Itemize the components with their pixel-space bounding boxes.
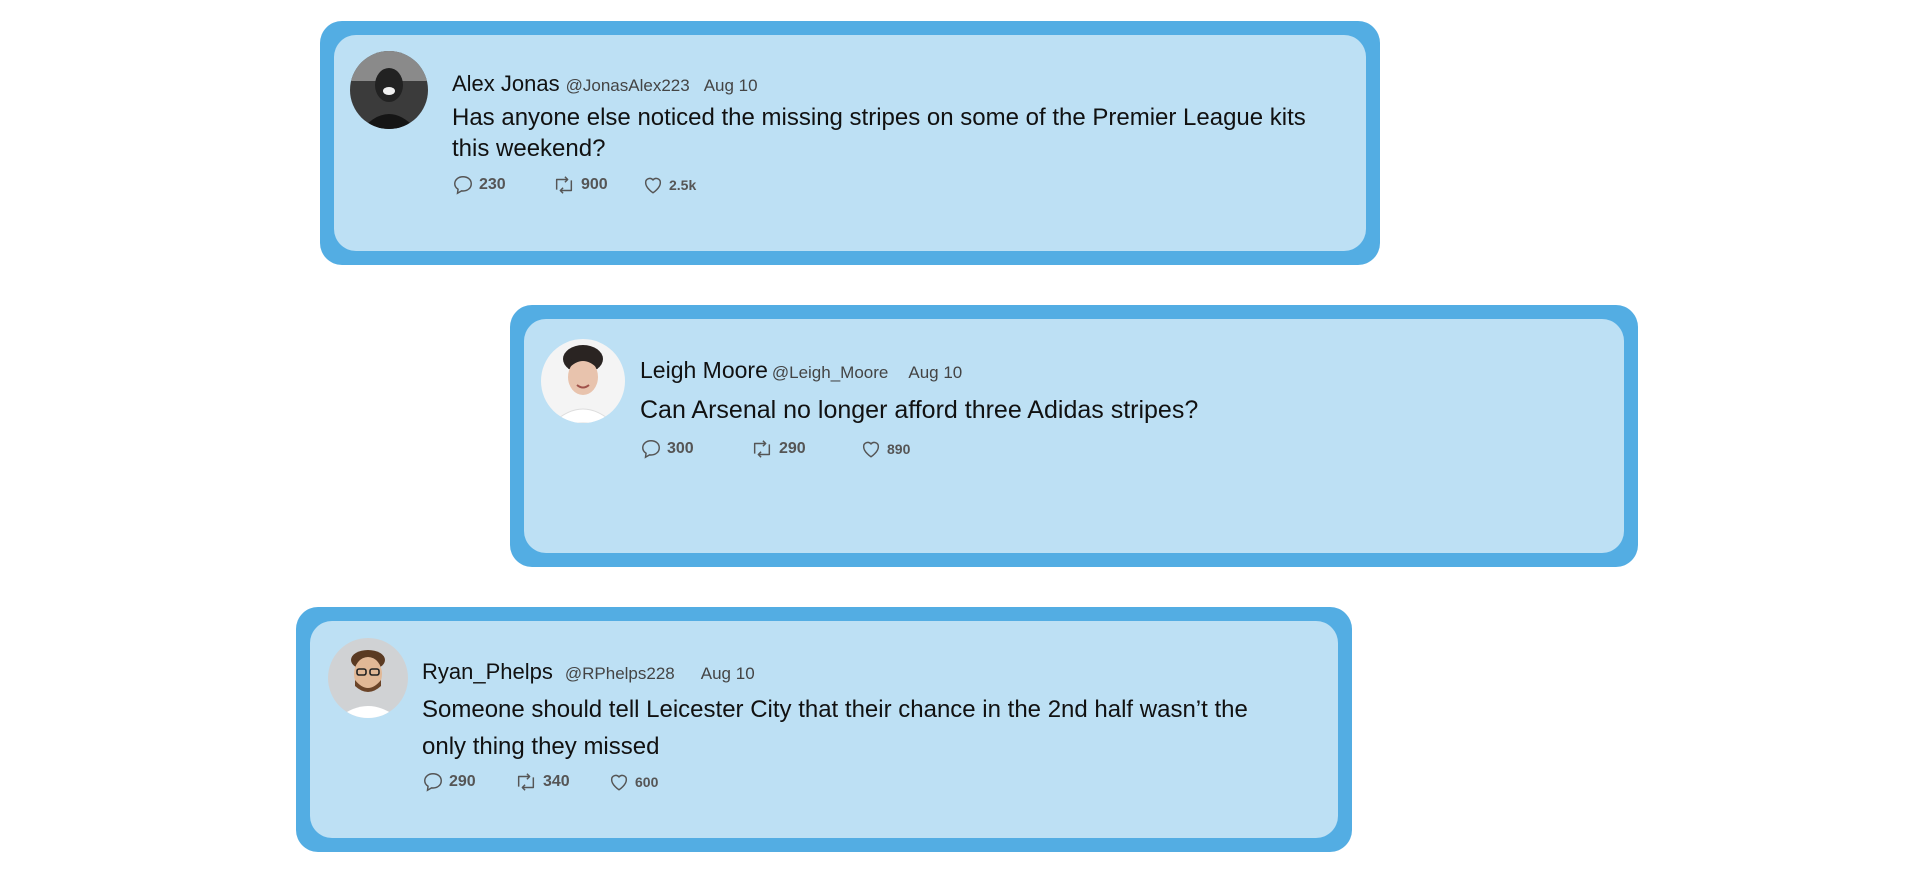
author-handle[interactable]: @RPhelps228 — [565, 664, 675, 683]
reply-button[interactable]: 290 — [422, 771, 514, 793]
like-count: 600 — [635, 774, 659, 790]
retweet-button[interactable]: 290 — [750, 438, 860, 460]
author-handle[interactable]: @JonasAlex223 — [566, 76, 690, 95]
speech-bubble-icon — [642, 440, 660, 459]
retweet-icon — [517, 773, 535, 791]
tweet-actions: 300 290 890 — [640, 438, 1540, 460]
like-count: 890 — [887, 441, 911, 457]
tweet-text: Has anyone else noticed the missing stri… — [452, 104, 1306, 162]
tweet-date[interactable]: Aug 10 — [908, 363, 962, 382]
heart-icon — [644, 177, 662, 194]
avatar-ryan-phelps[interactable] — [328, 638, 408, 718]
tweet-date[interactable]: Aug 10 — [701, 664, 755, 683]
retweet-button[interactable]: 340 — [514, 771, 608, 793]
tweet-header: Alex Jonas @JonasAlex223 Aug 10 — [452, 73, 1312, 95]
tweet-card-3: Ryan_Phelps @RPhelps228 Aug 10 Someone sho… — [296, 607, 1352, 852]
like-button[interactable]: 600 — [608, 771, 658, 793]
author-handle[interactable]: @Leigh_Moore — [772, 363, 889, 382]
tweet-card-1: Alex Jonas @JonasAlex223 Aug 10 Has anyone… — [320, 21, 1380, 265]
retweet-count: 290 — [779, 440, 806, 457]
like-button[interactable]: 2.5k — [642, 174, 696, 196]
author-name[interactable]: Leigh Moore — [640, 357, 768, 383]
reply-count: 300 — [667, 440, 694, 457]
like-button[interactable]: 890 — [860, 438, 910, 460]
reply-button[interactable]: 300 — [640, 438, 750, 460]
avatar-alex-jonas[interactable] — [350, 51, 428, 129]
tweet-header: Ryan_Phelps @RPhelps228 Aug 10 — [422, 661, 1282, 683]
tweet-actions: 290 340 600 — [422, 771, 1282, 793]
tweet-text: Someone should tell Leicester City that … — [422, 696, 1248, 760]
reply-button[interactable]: 230 — [452, 174, 552, 196]
retweet-count: 900 — [581, 176, 608, 193]
tweet-actions: 230 900 2.5k — [452, 174, 1312, 196]
avatar-image — [541, 339, 625, 423]
retweet-icon — [753, 440, 771, 458]
tweet-card-2: Leigh Moore @Leigh_Moore Aug 10 Can Arsena… — [510, 305, 1638, 567]
author-name[interactable]: Alex Jonas — [452, 71, 560, 96]
speech-bubble-icon — [454, 176, 472, 195]
avatar-image — [350, 51, 428, 129]
tweet-text: Can Arsenal no longer afford three Adida… — [640, 396, 1199, 424]
speech-bubble-icon — [424, 773, 442, 792]
avatar-leigh-moore[interactable] — [541, 339, 625, 423]
retweet-count: 340 — [543, 773, 570, 790]
heart-icon — [610, 774, 628, 791]
avatar-image — [328, 638, 408, 718]
retweet-icon — [555, 176, 573, 194]
heart-icon — [862, 441, 880, 458]
tweet-header: Leigh Moore @Leigh_Moore Aug 10 — [640, 359, 1540, 382]
like-count: 2.5k — [669, 177, 697, 193]
reply-count: 290 — [449, 773, 476, 790]
tweet-date[interactable]: Aug 10 — [704, 76, 758, 95]
author-name[interactable]: Ryan_Phelps — [422, 659, 553, 684]
reply-count: 230 — [479, 176, 506, 193]
retweet-button[interactable]: 900 — [552, 174, 642, 196]
